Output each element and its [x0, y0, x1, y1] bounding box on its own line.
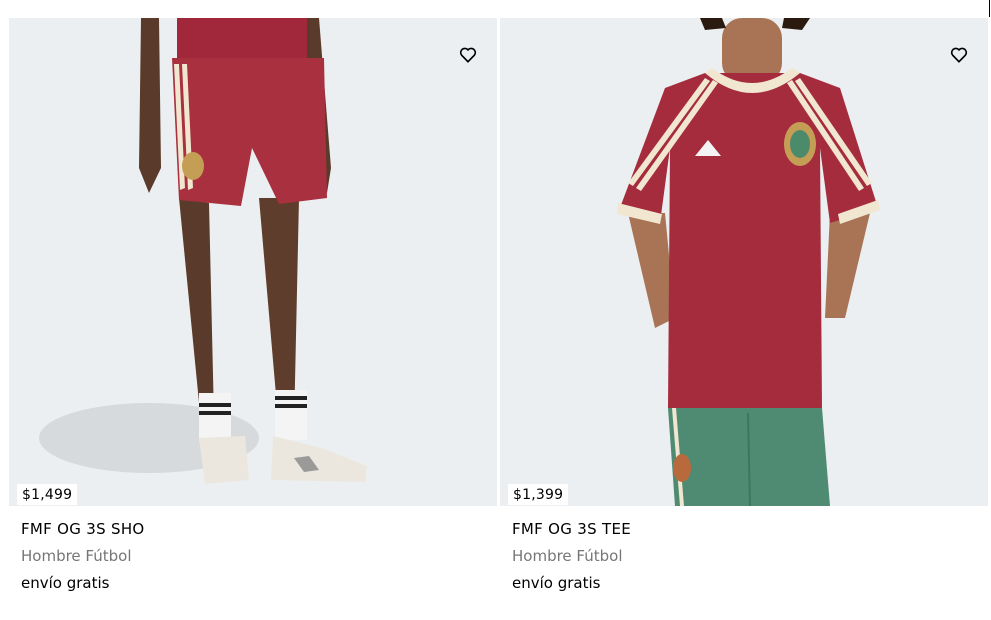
tee-product-photo [617, 18, 880, 506]
wishlist-heart-icon[interactable] [459, 46, 477, 64]
product-info: FMF OG 3S TEE Hombre Fútbol envío gratis [512, 520, 631, 592]
product-info: FMF OG 3S SHO Hombre Fútbol envío gratis [21, 520, 145, 592]
shorts-product-photo [39, 18, 367, 484]
shipping-label: envío gratis [21, 574, 110, 592]
product-image[interactable]: $1,499 [9, 18, 497, 506]
product-category: Hombre Fútbol [512, 547, 623, 565]
product-name[interactable]: FMF OG 3S SHO [21, 520, 145, 538]
price-badge: $1,499 [17, 484, 78, 505]
shipping-label: envío gratis [512, 574, 601, 592]
text-cursor [989, 0, 990, 17]
wishlist-heart-icon[interactable] [950, 46, 968, 64]
product-image[interactable]: $1,399 [500, 18, 988, 506]
product-card[interactable]: $1,399 FMF OG 3S TEE Hombre Fútbol envío… [500, 18, 988, 620]
product-category: Hombre Fútbol [21, 547, 132, 565]
product-grid: $1,499 FMF OG 3S SHO Hombre Fútbol envío… [9, 18, 988, 620]
price-badge: $1,399 [508, 484, 569, 505]
product-card[interactable]: $1,499 FMF OG 3S SHO Hombre Fútbol envío… [9, 18, 497, 620]
product-name[interactable]: FMF OG 3S TEE [512, 520, 631, 538]
